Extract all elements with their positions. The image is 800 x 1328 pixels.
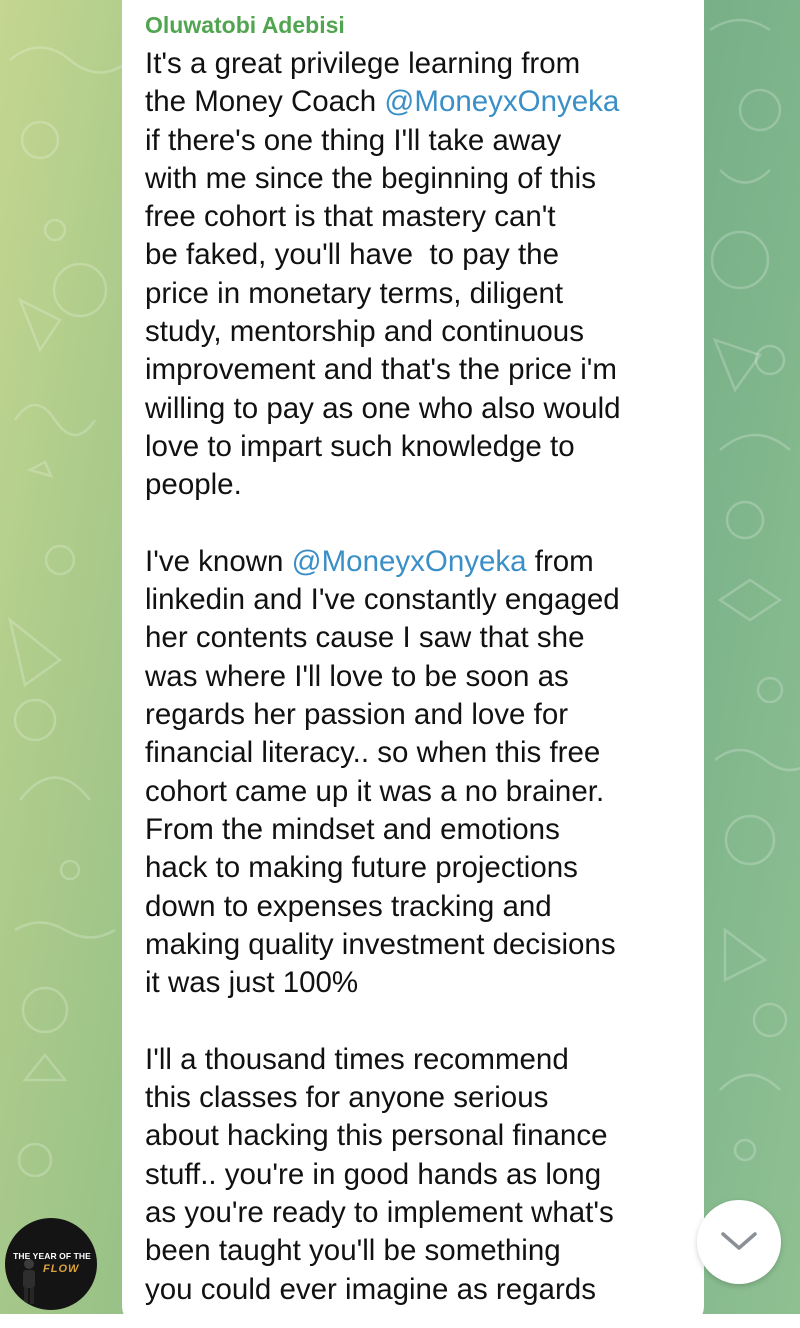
- message-text-segment: I've known: [145, 544, 292, 578]
- scroll-down-button[interactable]: [697, 1200, 781, 1284]
- message-text-segment: about hacking this personal finance: [145, 1119, 608, 1153]
- message-text-segment: with me since the beginning of this: [145, 161, 596, 195]
- message-line: was where I'll love to be soon as: [145, 658, 678, 696]
- message-line: free cohort is that mastery can't: [145, 198, 678, 236]
- message-line: I'll a thousand times recommend: [145, 1041, 678, 1079]
- message-text-segment: be faked, you'll have to pay the: [145, 238, 559, 272]
- message-text-segment: the Money Coach: [145, 85, 385, 119]
- mention-link[interactable]: @MoneyxOnyeka: [384, 85, 619, 118]
- message-text-segment: From the mindset and emotions: [145, 812, 560, 846]
- message-text-segment: free cohort is that mastery can't: [145, 200, 556, 234]
- message-text-segment: regards her passion and love for: [145, 698, 569, 732]
- message-line: the Money Coach @MoneyxOnyeka: [145, 83, 678, 121]
- message-line: improvement and that's the price i'm: [145, 351, 678, 389]
- message-line: stuff.. you're in good hands as long: [145, 1156, 678, 1194]
- message-text-segment: from: [526, 544, 594, 578]
- avatar-title: THE YEAR OF THE: [13, 1251, 91, 1261]
- message-text-segment: you could ever imagine as regards: [145, 1272, 596, 1306]
- message-line: study, mentorship and continuous: [145, 313, 678, 351]
- message-line: linkedin and I've constantly engaged: [145, 581, 678, 619]
- message-line: with me since the beginning of this: [145, 160, 678, 198]
- message-text-segment: was where I'll love to be soon as: [145, 659, 569, 693]
- message-text-segment: as you're ready to implement what's: [145, 1195, 614, 1229]
- message-line: it was just 100%: [145, 964, 678, 1002]
- message-line: willing to pay as one who also would: [145, 390, 678, 428]
- message-text-segment: this classes for anyone serious: [145, 1081, 549, 1115]
- message-text-segment: willing to pay as one who also would: [145, 391, 621, 425]
- message-line: making quality investment decisions: [145, 926, 678, 964]
- message-line: [145, 505, 678, 543]
- message-text-segment: her contents cause I saw that she: [145, 621, 585, 655]
- sender-name[interactable]: Oluwatobi Adebisi: [145, 10, 678, 40]
- message-line: this classes for anyone serious: [145, 1079, 678, 1117]
- message-line: if there's one thing I'll take away: [145, 122, 678, 160]
- message-text-segment: stuff.. you're in good hands as long: [145, 1157, 602, 1191]
- message-line: her contents cause I saw that she: [145, 619, 678, 657]
- message-text-segment: It's a great privilege learning from: [145, 47, 581, 80]
- message-line: down to expenses tracking and: [145, 888, 678, 926]
- message-text-segment: down to expenses tracking and: [145, 889, 552, 923]
- message-line: From the mindset and emotions: [145, 811, 678, 849]
- message-line: be faked, you'll have to pay the: [145, 236, 678, 274]
- message-text: It's a great privilege learning from the …: [145, 45, 678, 1309]
- message-line: financial literacy.. so when this free: [145, 734, 678, 772]
- message-line: I've known @MoneyxOnyeka from: [145, 543, 678, 581]
- mention-link[interactable]: @MoneyxOnyeka: [292, 545, 527, 578]
- message-text-segment: I'll a thousand times recommend: [145, 1042, 569, 1076]
- channel-avatar[interactable]: THE YEAR OF THE FLOW: [5, 1218, 97, 1310]
- message-text-segment: been taught you'll be something: [145, 1234, 561, 1268]
- message-bubble[interactable]: Oluwatobi Adebisi It's a great privilege…: [122, 0, 704, 1328]
- message-line: people.: [145, 466, 678, 504]
- message-text-segment: linkedin and I've constantly engaged: [145, 583, 620, 617]
- message-text-segment: improvement and that's the price i'm: [145, 353, 617, 387]
- message-text-segment: if there's one thing I'll take away: [145, 123, 562, 157]
- message-line: love to impart such knowledge to: [145, 428, 678, 466]
- avatar-flow-word: FLOW: [43, 1263, 80, 1275]
- message-line: cohort came up it was a no brainer.: [145, 773, 678, 811]
- message-line: hack to making future projections: [145, 849, 678, 887]
- message-line: It's a great privilege learning from: [145, 45, 678, 83]
- message-text-segment: cohort came up it was a no brainer.: [145, 774, 605, 808]
- speaker-figure-icon: [23, 1259, 35, 1304]
- chevron-down-icon: [721, 1232, 757, 1250]
- message-text-segment: price in monetary terms, diligent: [145, 276, 564, 310]
- message-text-segment: making quality investment decisions: [145, 927, 616, 961]
- message-text-segment: study, mentorship and continuous: [145, 315, 584, 349]
- message-line: regards her passion and love for: [145, 696, 678, 734]
- message-line: price in monetary terms, diligent: [145, 275, 678, 313]
- message-text-segment: people.: [145, 468, 242, 502]
- message-line: about hacking this personal finance: [145, 1117, 678, 1155]
- message-text-segment: hack to making future projections: [145, 851, 578, 885]
- message-line: as you're ready to implement what's: [145, 1194, 678, 1232]
- message-text-segment: financial literacy.. so when this free: [145, 736, 601, 770]
- message-line: been taught you'll be something: [145, 1232, 678, 1270]
- message-text-segment: it was just 100%: [145, 966, 359, 1000]
- message-line: you could ever imagine as regards: [145, 1271, 678, 1309]
- message-text-segment: love to impart such knowledge to: [145, 429, 575, 463]
- message-line: [145, 1002, 678, 1040]
